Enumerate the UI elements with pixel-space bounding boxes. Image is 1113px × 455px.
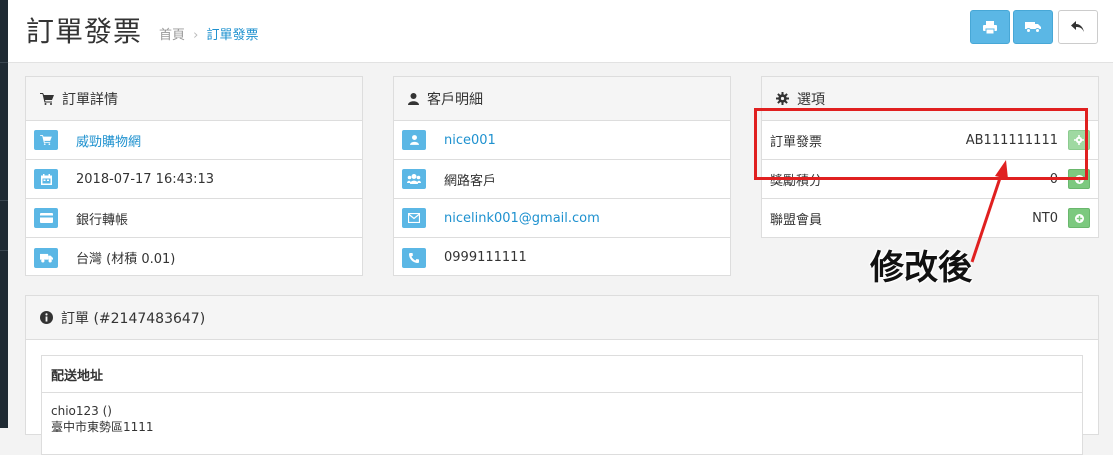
annotation-label: 修改後 (870, 248, 972, 288)
annotation-arrow (970, 160, 1008, 263)
